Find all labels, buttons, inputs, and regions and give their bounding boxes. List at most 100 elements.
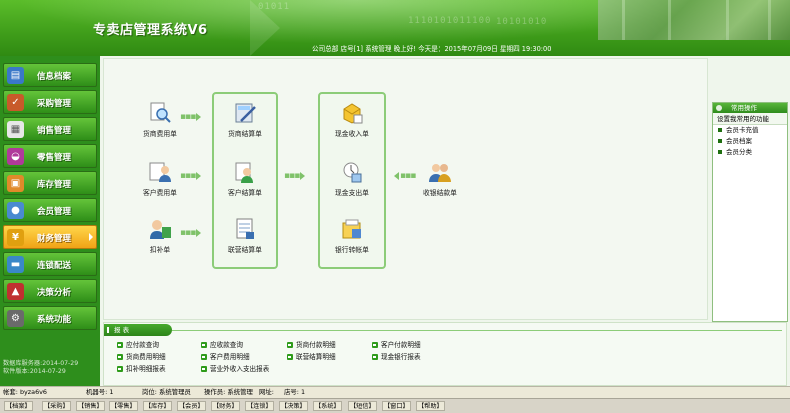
report-link[interactable]: 应付款查询 — [117, 339, 159, 349]
supplier-settlement-item[interactable]: 货商结算单 — [215, 101, 275, 138]
reports-panel: 报 表 应付款查询 应收款查询 货商付款明细 客户付款明细 货商费用明细 客户费… — [103, 322, 787, 386]
taskbar-retail[interactable]: 【零售】 — [109, 401, 138, 411]
nav-label: 财务管理 — [37, 234, 72, 244]
software-version: 软件版本:2014-07-29 — [3, 368, 66, 375]
status-bar: 帐套: byza6v6 机器号: 1 岗位: 系统管理员 操作员: 系统管理 网… — [0, 386, 790, 398]
nav-chain-delivery[interactable]: ▬ 连锁配送 — [3, 252, 97, 276]
taskbar-help[interactable]: 【帮助】 — [416, 401, 445, 411]
report-link[interactable]: 现金银行报表 — [372, 351, 421, 361]
report-link-label: 扣补明细报表 — [126, 365, 166, 373]
taskbar-chain[interactable]: 【连锁】 — [245, 401, 274, 411]
arrow-icon — [117, 366, 123, 372]
cashier-settlement-item[interactable]: 收银结款单 — [410, 160, 470, 197]
quick-item-label: 会员档案 — [726, 137, 752, 145]
status-operator: 操作员: 系统管理 — [204, 388, 253, 396]
item-label: 客户费用单 — [143, 189, 177, 197]
nav-info-archive[interactable]: ▤ 信息档案 — [3, 63, 97, 87]
report-link-label: 应付款查询 — [126, 341, 159, 349]
bank-transfer-icon — [342, 219, 361, 239]
arrow-icon — [372, 342, 378, 348]
customer-settlement-item[interactable]: 客户结算单 — [215, 160, 275, 197]
flow-arrow: ▪▪▪ — [180, 171, 202, 181]
nav-purchase[interactable]: ✓ 采购管理 — [3, 90, 97, 114]
warehouse-icon: ▣ — [7, 175, 24, 192]
folder-icon: ▤ — [7, 67, 24, 84]
taskbar-decision[interactable]: 【决策】 — [279, 401, 308, 411]
report-link-label: 营业外收入支出报表 — [210, 365, 270, 373]
report-link-label: 货商费用明细 — [126, 353, 166, 361]
taskbar-system[interactable]: 【系统】 — [313, 401, 342, 411]
set-favorites-link[interactable]: 设置我常用的功能 — [713, 113, 787, 125]
report-link-label: 现金银行报表 — [381, 353, 421, 361]
arrow-icon — [372, 354, 378, 360]
report-link[interactable]: 客户付款明细 — [372, 339, 421, 349]
quick-item-member-recharge[interactable]: 会员卡充值 — [713, 125, 787, 136]
report-link[interactable]: 应收款查询 — [201, 339, 243, 349]
item-label: 现金收入单 — [335, 130, 369, 138]
reports-tab[interactable]: 报 表 — [104, 324, 172, 336]
arrow-icon — [201, 366, 207, 372]
status-store: 店号: 1 — [284, 388, 306, 396]
nav-label: 系统功能 — [37, 315, 72, 325]
cash-expense-item[interactable]: 现金支出单 — [322, 160, 382, 197]
nav-finance[interactable]: ¥ 财务管理 — [3, 225, 97, 249]
bg-digits-2: 1110101011100 — [408, 16, 492, 26]
status-machine: 机器号: 1 — [86, 388, 114, 396]
taskbar-window[interactable]: 【窗口】 — [382, 401, 411, 411]
report-link[interactable]: 货商付款明细 — [287, 339, 336, 349]
taskbar-finance[interactable]: 【财务】 — [211, 401, 240, 411]
taskbar-archive[interactable]: 【档案】 — [4, 401, 33, 411]
bank-transfer-item[interactable]: 银行转帐单 — [322, 217, 382, 254]
header-status: 公司总部 店号[1] 系统管理 晚上好! 今天是：2015年07月09日 星期四… — [312, 45, 552, 53]
quick-item-member-archive[interactable]: 会员档案 — [713, 136, 787, 147]
nav-inventory[interactable]: ▣ 库存管理 — [3, 171, 97, 195]
joint-doc-icon — [236, 218, 254, 239]
quick-item-label: 会员卡充值 — [726, 126, 759, 134]
report-link-label: 客户费用明细 — [210, 353, 250, 361]
document-icon: ▦ — [7, 121, 24, 138]
nav-members[interactable]: ● 会员管理 — [3, 198, 97, 222]
nav-label: 销售管理 — [37, 126, 72, 136]
person-settle-icon — [235, 162, 253, 183]
report-link-label: 客户付款明细 — [381, 341, 421, 349]
taskbar-purchase[interactable]: 【采购】 — [42, 401, 71, 411]
quick-item-member-category[interactable]: 会员分类 — [713, 147, 787, 158]
nav-decision-analysis[interactable]: ▲ 决策分析 — [3, 279, 97, 303]
main-panel: 货商费用单 客户费用单 扣补单 ▪▪▪ ▪▪▪ ▪▪▪ 货商结算单 客户结算单 … — [100, 56, 790, 386]
nav-label: 采购管理 — [37, 99, 72, 109]
item-label: 现金支出单 — [335, 189, 369, 197]
coins-icon: ¥ — [7, 229, 24, 246]
quick-actions-title: 常用操作 — [731, 104, 757, 112]
report-link-label: 货商付款明细 — [296, 341, 336, 349]
joint-settlement-item[interactable]: 联营结算单 — [215, 217, 275, 254]
item-label: 收银结款单 — [423, 189, 457, 197]
nav-sales[interactable]: ▦ 销售管理 — [3, 117, 97, 141]
nav-retail[interactable]: ◒ 零售管理 — [3, 144, 97, 168]
star-icon — [716, 105, 722, 111]
person-card-icon — [150, 220, 171, 239]
nav-system[interactable]: ⚙ 系统功能 — [3, 306, 97, 330]
report-link[interactable]: 客户费用明细 — [201, 351, 250, 361]
flow-arrow: ▪▪▪ — [180, 228, 202, 238]
item-label: 扣补单 — [149, 246, 171, 254]
taskbar-inventory[interactable]: 【库存】 — [143, 401, 172, 411]
chart-icon: ▲ — [7, 283, 24, 300]
quick-item-label: 会员分类 — [726, 148, 752, 156]
report-link[interactable]: 营业外收入支出报表 — [201, 363, 269, 373]
cash-income-item[interactable]: 现金收入单 — [322, 101, 382, 138]
taskbar-sms[interactable]: 【短信】 — [348, 401, 377, 411]
report-link[interactable]: 货商费用明细 — [117, 351, 166, 361]
reports-tab-label: 报 表 — [114, 326, 130, 334]
item-label: 联营结算单 — [228, 246, 262, 254]
taskbar-sales[interactable]: 【销售】 — [76, 401, 105, 411]
status-network: 网址: — [259, 388, 274, 396]
taskbar-members[interactable]: 【会员】 — [177, 401, 206, 411]
report-link[interactable]: 扣补明细报表 — [117, 363, 166, 373]
arrow-icon — [287, 354, 293, 360]
arrow-icon — [201, 354, 207, 360]
sidebar-footer: 数据库服务器:2014-07-29 软件版本:2014-07-29 — [0, 354, 100, 386]
report-link[interactable]: 联营结算明细 — [287, 351, 336, 361]
nav-label: 库存管理 — [37, 180, 72, 190]
app-header: 01011 1110101011100 10101010 专卖店管理系统V6 公… — [0, 0, 790, 56]
finance-flow-pane: 货商费用单 客户费用单 扣补单 ▪▪▪ ▪▪▪ ▪▪▪ 货商结算单 客户结算单 … — [103, 58, 708, 320]
